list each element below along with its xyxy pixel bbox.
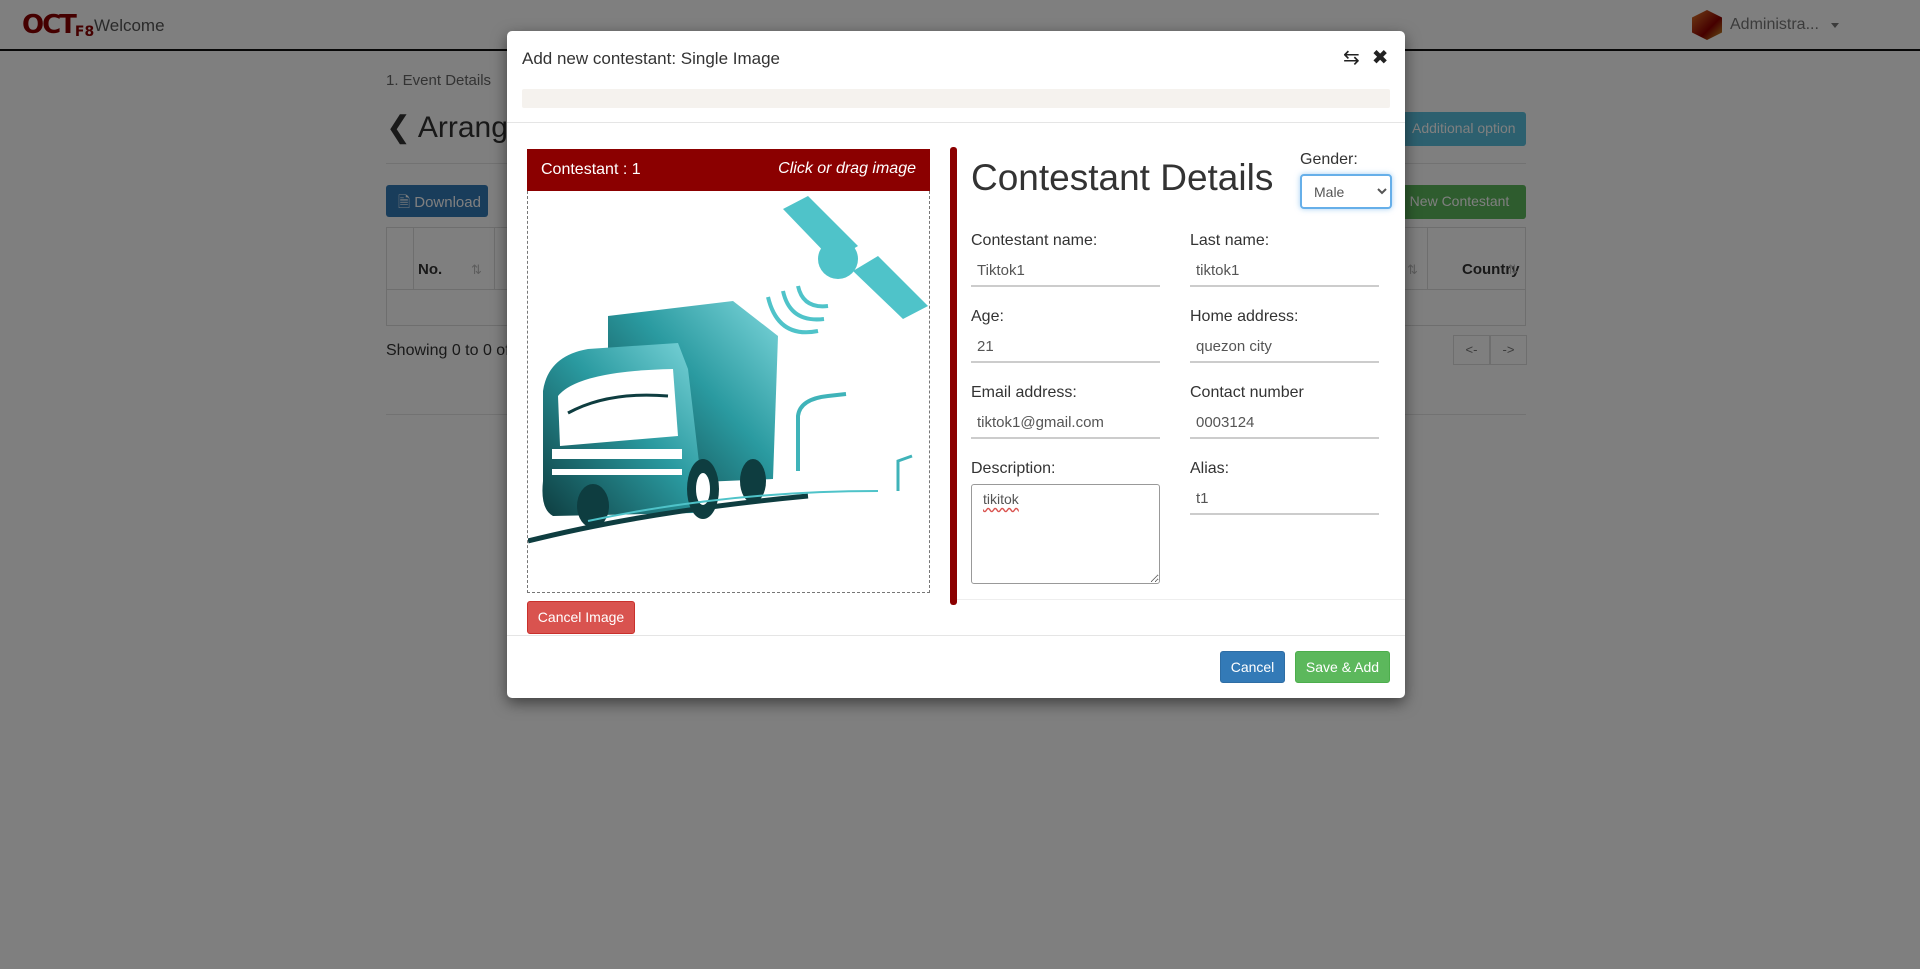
- home-address-label: Home address:: [1190, 308, 1299, 325]
- description-textarea[interactable]: tikitok: [971, 484, 1160, 584]
- truck-satellite-image: [528, 196, 928, 544]
- alias-label: Alias:: [1190, 460, 1230, 477]
- alias-input[interactable]: [1190, 484, 1379, 515]
- age-label: Age:: [971, 308, 1004, 325]
- divider: [507, 635, 1405, 636]
- image-panel-header: Contestant : 1 Click or drag image: [527, 149, 930, 191]
- modal-title: Add new contestant: Single Image: [522, 49, 780, 68]
- last-name-label: Last name:: [1190, 232, 1270, 249]
- add-contestant-modal: Add new contestant: Single Image ⇆ ✖ Con…: [507, 31, 1405, 698]
- cancel-image-button[interactable]: Cancel Image: [527, 601, 635, 634]
- description-label: Description:: [971, 460, 1056, 477]
- modal-header-actions: ⇆ ✖: [1343, 45, 1389, 70]
- contestant-number-label: Contestant : 1: [541, 161, 641, 178]
- email-label: Email address:: [971, 384, 1077, 401]
- details-heading: Contestant Details: [971, 157, 1274, 198]
- contestant-name-input[interactable]: [971, 256, 1160, 287]
- contact-number-input[interactable]: [1190, 408, 1379, 439]
- cancel-button[interactable]: Cancel: [1220, 651, 1285, 683]
- email-field[interactable]: [971, 408, 1160, 439]
- contact-number-label: Contact number: [1190, 384, 1304, 401]
- divider: [507, 122, 1405, 123]
- gender-select[interactable]: Male: [1300, 174, 1392, 209]
- gender-label: Gender:: [1300, 151, 1358, 168]
- image-upload-panel: Contestant : 1 Click or drag image: [527, 149, 930, 597]
- upload-hint[interactable]: Click or drag image: [778, 160, 916, 178]
- image-panel-scrollbar[interactable]: [950, 147, 957, 605]
- last-name-input[interactable]: [1190, 256, 1379, 287]
- age-input[interactable]: [971, 332, 1160, 363]
- home-address-input[interactable]: [1190, 332, 1379, 363]
- close-icon[interactable]: ✖: [1372, 45, 1389, 70]
- image-dropzone[interactable]: [527, 191, 930, 593]
- save-and-add-button[interactable]: Save & Add: [1295, 651, 1390, 683]
- progress-bar: [522, 89, 1390, 108]
- swap-icon[interactable]: ⇆: [1343, 45, 1360, 70]
- divider: [957, 599, 1405, 600]
- contestant-name-label: Contestant name:: [971, 232, 1098, 249]
